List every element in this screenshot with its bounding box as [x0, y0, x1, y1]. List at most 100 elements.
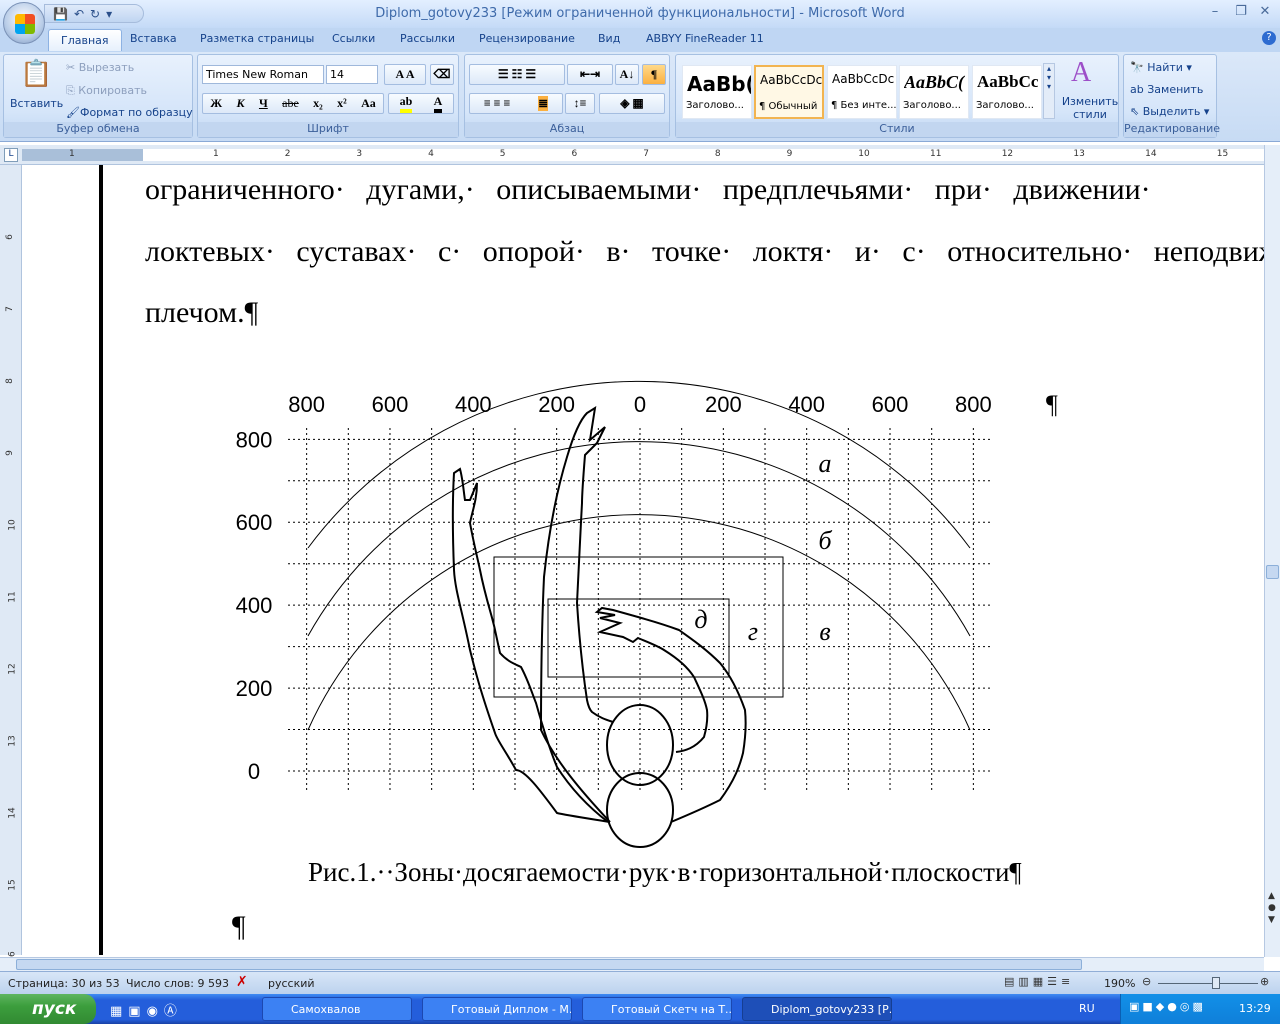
help-icon[interactable]: ?	[1262, 31, 1276, 45]
paste-icon[interactable]: 📋	[20, 59, 52, 89]
y-tick-label: 400	[236, 593, 273, 618]
tab-selector[interactable]: L	[4, 148, 18, 162]
page-count[interactable]: Страница: 30 из 53	[8, 977, 120, 990]
style-no-spacing[interactable]: AaBbCcDc ¶ Без инте...	[827, 65, 897, 119]
vertical-scrollbar[interactable]: ▲ ● ▼	[1264, 145, 1280, 957]
font-size-select[interactable]: 14	[326, 65, 378, 84]
bold-button[interactable]: Ж	[210, 96, 222, 111]
ruler-number: 1	[213, 149, 219, 159]
tab-mailings[interactable]: Рассылки	[400, 32, 455, 45]
sort-button[interactable]: A↓	[615, 64, 639, 85]
grow-shrink-font-buttons[interactable]: A A	[384, 64, 426, 85]
styles-scroll-buttons[interactable]: ▴ ▾ ▾	[1043, 63, 1055, 119]
underline-button[interactable]: Ч	[259, 96, 268, 111]
superscript-button[interactable]: x²	[337, 96, 347, 111]
customize-chevron-icon[interactable]: ▾	[106, 7, 112, 21]
window-title: Diplom_gotovy233 [Режим ограниченной фун…	[375, 6, 905, 21]
vertical-ruler[interactable]: 678910111213141516	[0, 165, 22, 963]
style-normal[interactable]: AaBbCcDc ¶ Обычный	[754, 65, 824, 119]
task-diploma[interactable]: Готовый Диплом - М...	[422, 997, 572, 1021]
tab-review[interactable]: Рецензирование	[479, 32, 575, 45]
style-heading1[interactable]: AaBb(Заголово...	[682, 65, 752, 119]
select-label: Выделить	[1142, 105, 1201, 118]
vruler-number: 11	[7, 591, 18, 603]
font-name-select[interactable]: Times New Roman	[202, 65, 324, 84]
start-button[interactable]: пуск	[0, 994, 96, 1024]
change-case-button[interactable]: Aa	[361, 96, 376, 111]
zone-labels: а б в г д	[694, 449, 832, 646]
indent-buttons[interactable]: ⇤⇥	[567, 64, 613, 85]
zoom-slider-thumb[interactable]	[1212, 977, 1220, 989]
subscript-button[interactable]: x₂	[313, 96, 323, 111]
x-tick-label: 800	[288, 392, 325, 417]
zoom-in-button[interactable]: ⊕	[1260, 975, 1269, 988]
shading-borders-buttons[interactable]: ◈ ▦	[599, 93, 665, 114]
vruler-number: 7	[4, 306, 15, 312]
y-tick-label: 600	[236, 510, 273, 535]
task-samokhvalov[interactable]: Самохвалов	[262, 997, 412, 1021]
maximize-button[interactable]: ❐	[1230, 4, 1252, 19]
close-button[interactable]: ✕	[1254, 4, 1276, 19]
show-formatting-button[interactable]: ¶	[642, 64, 666, 85]
clear-formatting-button[interactable]: ⌫	[430, 64, 454, 85]
zoom-slider[interactable]	[1158, 983, 1258, 984]
copy-button[interactable]: ⎘ Копировать	[66, 84, 147, 98]
list-buttons[interactable]: ☰ ☷ ☰	[469, 64, 565, 85]
view-buttons[interactable]: ▤▥▦☰≡	[1004, 975, 1074, 988]
task-word-active[interactable]: Diplom_gotovy233 [Р...	[742, 997, 892, 1021]
replace-button[interactable]: ab Заменить	[1130, 83, 1203, 96]
tab-abbyy[interactable]: ABBYY FineReader 11	[646, 32, 764, 45]
language[interactable]: русский	[268, 977, 315, 990]
vruler-number: 10	[7, 519, 18, 531]
select-button[interactable]: ⇖ Выделить ▾	[1130, 105, 1209, 118]
tab-references[interactable]: Ссылки	[332, 32, 375, 45]
tab-page-layout[interactable]: Разметка страницы	[200, 32, 314, 45]
style-name: ¶ Обычный	[759, 101, 818, 112]
paragraph-group: ☰ ☷ ☰ ⇤⇥ A↓ ¶ ≡ ≡ ≡ ≣ ↕≡ ◈ ▦ Абзац	[464, 54, 670, 138]
save-icon[interactable]: 💾	[53, 7, 68, 21]
forward-arm	[539, 405, 614, 823]
spelling-icon[interactable]: ✗	[236, 974, 248, 990]
line-spacing-button[interactable]: ↕≡	[565, 93, 595, 114]
format-painter-button[interactable]: 🖌Формат по образцу	[66, 106, 193, 119]
font-color-button[interactable]: A	[433, 94, 443, 113]
strikethrough-button[interactable]: abe	[282, 96, 299, 111]
tab-insert[interactable]: Вставка	[130, 32, 177, 45]
tab-view[interactable]: Вид	[598, 32, 620, 45]
paste-button[interactable]: Вставить	[10, 97, 63, 110]
find-button[interactable]: 🔭 Найти ▾	[1130, 61, 1192, 74]
ribbon-tabs: Главная Вставка Разметка страницы Ссылки…	[0, 28, 1280, 52]
undo-icon[interactable]: ↶	[74, 7, 84, 21]
zoom-level[interactable]: 190%	[1104, 977, 1135, 990]
minimize-button[interactable]: –	[1204, 4, 1226, 19]
style-heading3[interactable]: AaBbCc Заголово...	[972, 65, 1042, 119]
change-styles-button[interactable]: Изменить стили	[1060, 95, 1120, 121]
vruler-number: 15	[7, 879, 18, 891]
language-indicator[interactable]: RU	[1079, 1002, 1095, 1015]
hscroll-thumb[interactable]	[16, 959, 1082, 970]
browse-buttons[interactable]: ▲ ● ▼	[1268, 890, 1276, 926]
cut-button[interactable]: ✂ Вырезать	[66, 61, 134, 74]
office-button[interactable]	[3, 2, 45, 44]
alignment-buttons[interactable]: ≡ ≡ ≡ ≣	[469, 93, 563, 114]
italic-button[interactable]: К	[236, 96, 244, 111]
highlight-button[interactable]: ab	[399, 94, 413, 113]
style-sample: AaBbC(	[904, 72, 965, 92]
zoom-out-button[interactable]: ⊖	[1142, 975, 1151, 988]
ruler-number: 3	[356, 149, 363, 159]
x-tick-label: 200	[705, 392, 742, 417]
redo-icon[interactable]: ↻	[90, 7, 100, 21]
style-heading2[interactable]: AaBbC(Заголово...	[899, 65, 969, 119]
horizontal-ruler[interactable]: L 1 1 2 3 4 5 6 7 8 9 10 11 12 13 14 15	[0, 145, 1264, 165]
horizontal-scrollbar[interactable]	[0, 957, 1264, 971]
word-count[interactable]: Число слов: 9 593	[126, 977, 229, 990]
document-page[interactable]: ограниченного· дугами,· описываемыми· пр…	[22, 165, 1264, 955]
tray-icons[interactable]: ▣■◆●◎▩	[1129, 1000, 1206, 1013]
scroll-thumb[interactable]	[1266, 565, 1279, 579]
vruler-number: 9	[4, 450, 15, 456]
task-sketch[interactable]: Готовый Скетч на Т...	[582, 997, 732, 1021]
x-tick-label: 0	[634, 392, 646, 417]
quick-launch-icons[interactable]: ▦▣◉Ⓐ	[110, 1000, 183, 1019]
tab-home[interactable]: Главная	[48, 29, 122, 51]
justify-button[interactable]: ≣	[538, 96, 549, 111]
